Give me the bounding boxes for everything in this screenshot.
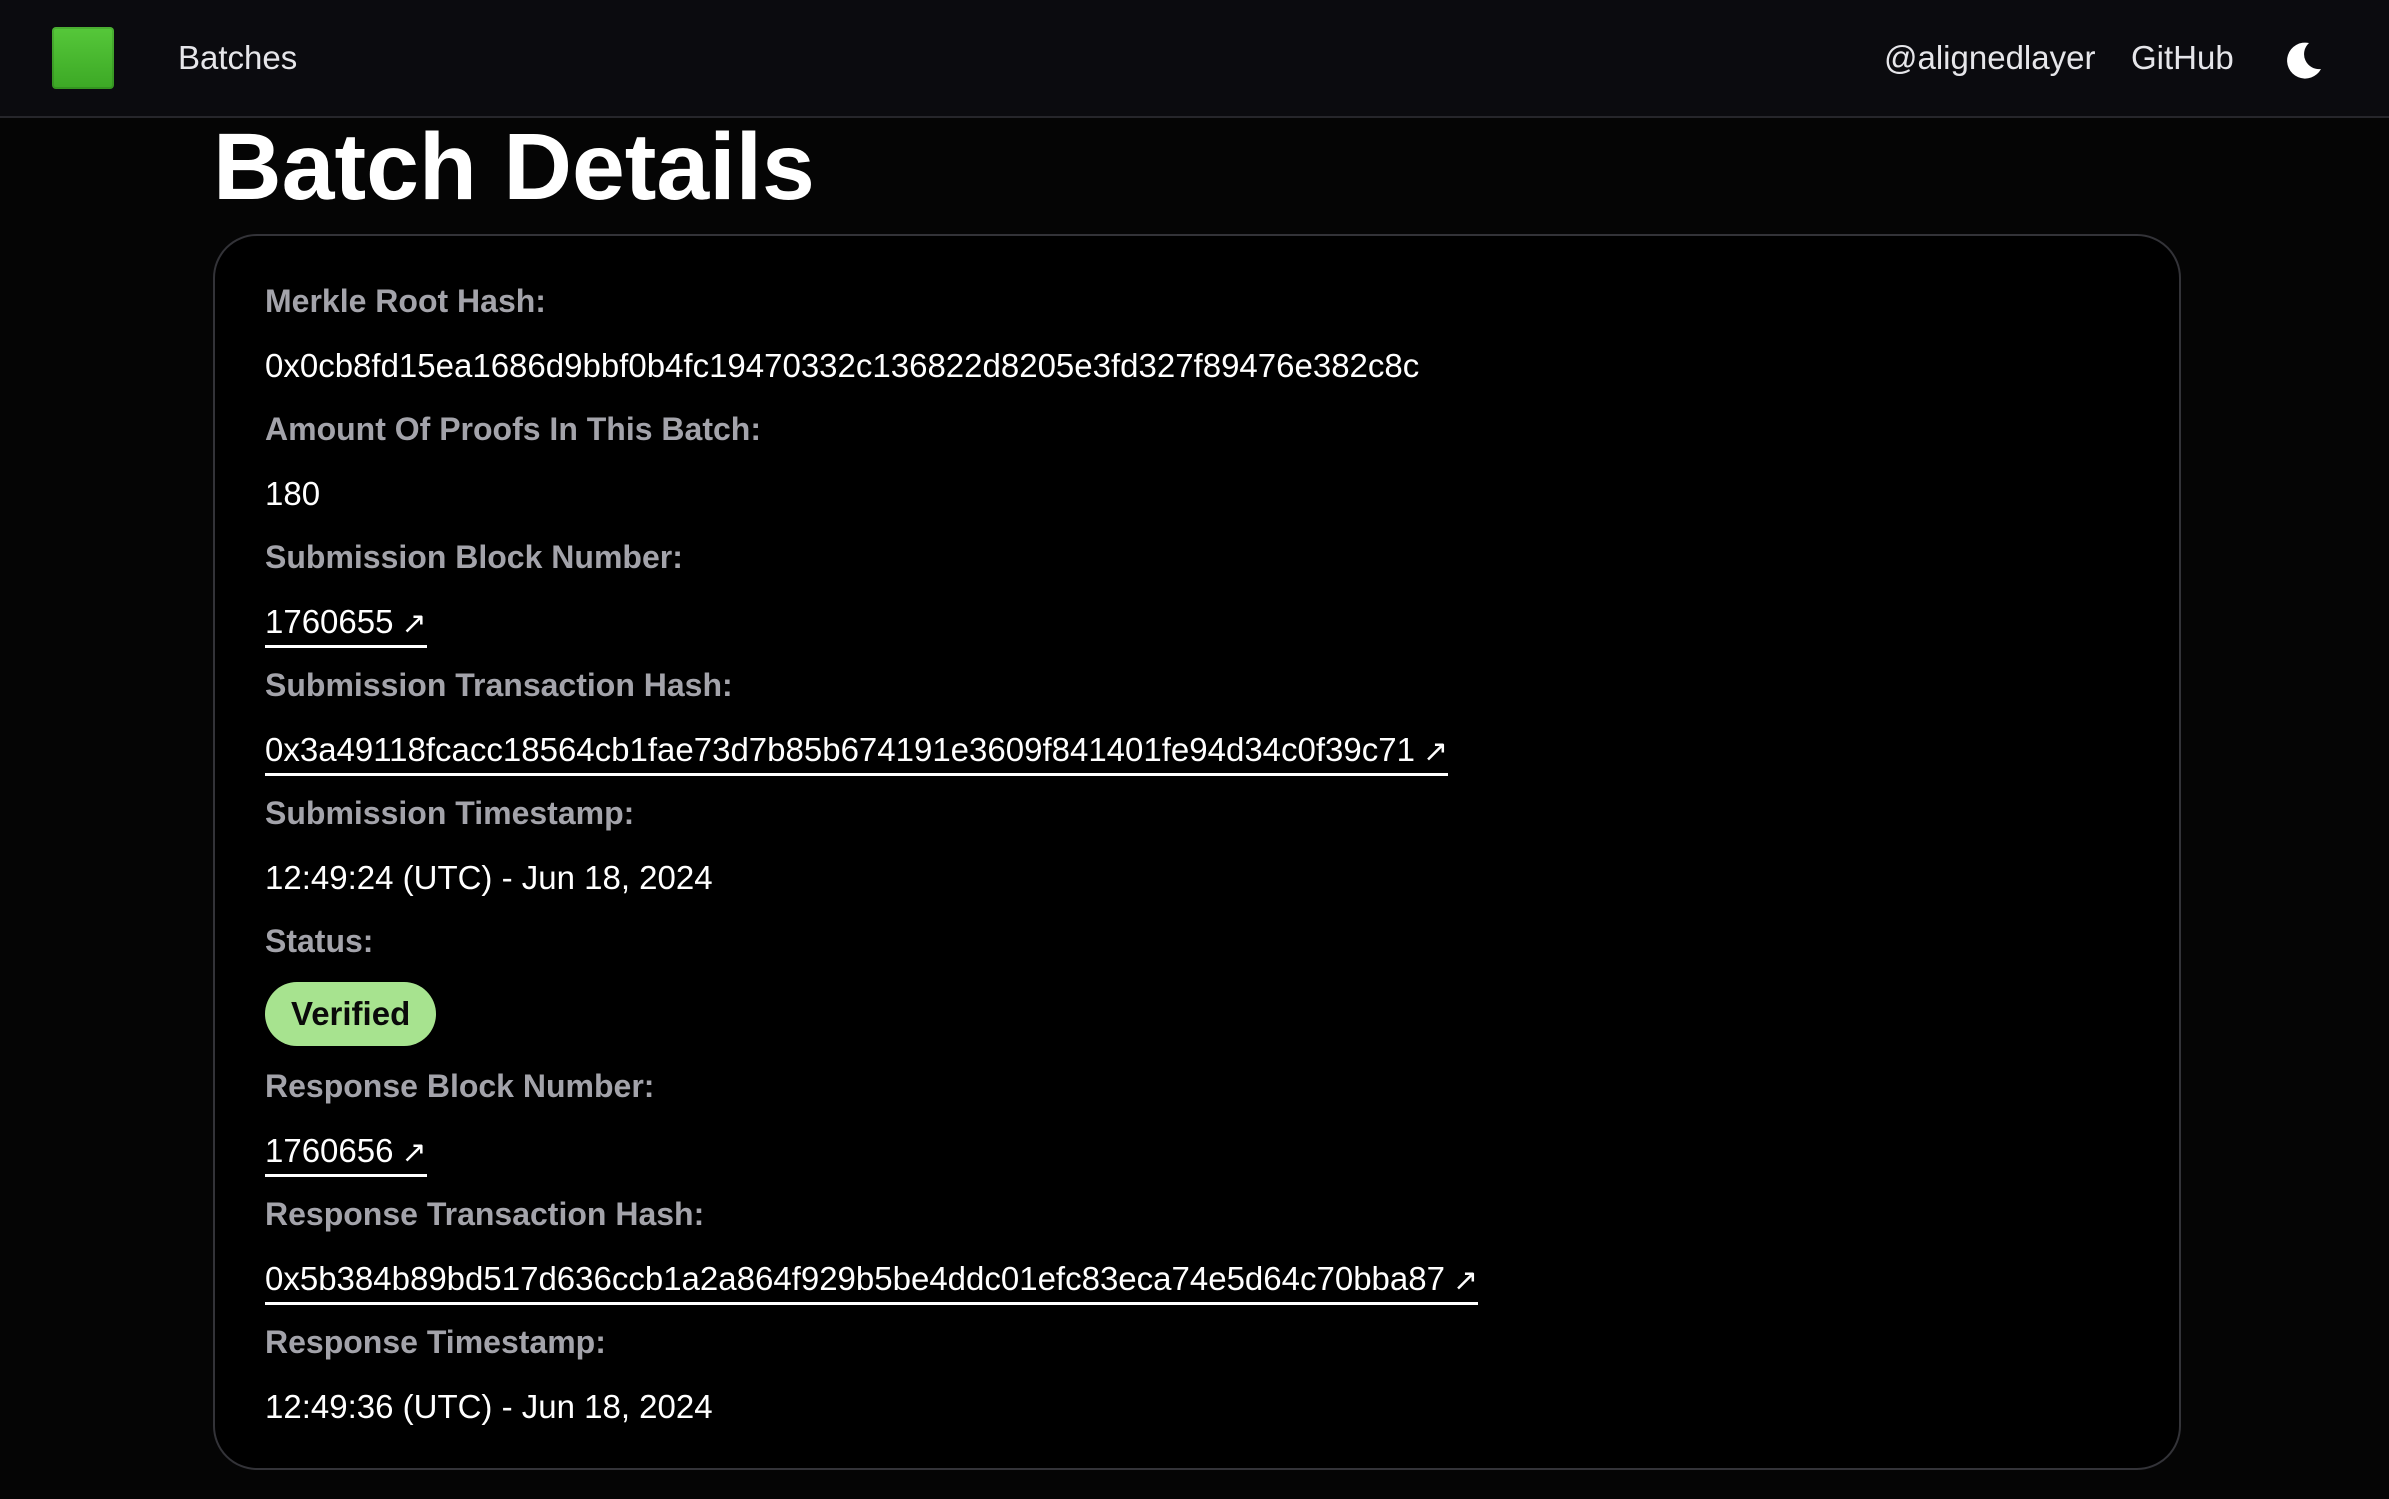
response-tx-value: 0x5b384b89bd517d636ccb1a2a864f929b5be4dd… [265,1260,1445,1297]
submission-block-label: Submission Block Number: [265,539,683,575]
response-timestamp-label: Response Timestamp: [265,1324,606,1360]
theme-toggle-button[interactable] [2282,38,2326,82]
submission-block-link[interactable]: 1760655 ↗ [265,602,427,648]
status-label: Status: [265,923,374,959]
external-link-icon: ↗ [1452,1264,1479,1297]
external-link-icon: ↗ [401,607,427,640]
submission-timestamp-label: Submission Timestamp: [265,795,635,831]
external-link-icon: ↗ [401,1136,427,1169]
submission-tx-value: 0x3a49118fcacc18564cb1fae73d7b85b674191e… [265,731,1415,768]
amount-of-proofs-label: Amount Of Proofs In This Batch: [265,411,761,447]
response-block-label: Response Block Number: [265,1068,655,1104]
response-tx-label: Response Transaction Hash: [265,1196,705,1232]
submission-tx-label: Submission Transaction Hash: [265,667,733,703]
amount-of-proofs-value: 180 [265,475,321,512]
moon-icon [2287,42,2321,79]
response-block-value: 1760656 [265,1132,394,1169]
status-badge: Verified [265,982,437,1046]
external-link-icon: ↗ [1422,735,1449,768]
submission-timestamp-value: 12:49:24 (UTC) - Jun 18, 2024 [265,859,713,896]
top-navbar: Batches @alignedlayer GitHub [0,0,2389,118]
response-timestamp-value: 12:49:36 (UTC) - Jun 18, 2024 [265,1388,713,1425]
submission-block-value: 1760655 [265,603,394,640]
merkle-root-label: Merkle Root Hash: [265,283,546,319]
nav-github-link[interactable]: GitHub [2131,36,2234,80]
nav-batches-link[interactable]: Batches [178,36,297,80]
response-tx-link[interactable]: 0x5b384b89bd517d636ccb1a2a864f929b5be4dd… [265,1259,1479,1305]
nav-twitter-link[interactable]: @alignedlayer [1884,36,2095,80]
aligned-logo[interactable] [52,27,114,89]
batch-details-card: Merkle Root Hash: 0x0cb8fd15ea1686d9bbf0… [213,234,2181,1470]
response-block-link[interactable]: 1760656 ↗ [265,1131,427,1177]
merkle-root-value: 0x0cb8fd15ea1686d9bbf0b4fc19470332c13682… [265,347,1420,384]
submission-tx-link[interactable]: 0x3a49118fcacc18564cb1fae73d7b85b674191e… [265,730,1449,776]
page-title: Batch Details [213,114,815,220]
